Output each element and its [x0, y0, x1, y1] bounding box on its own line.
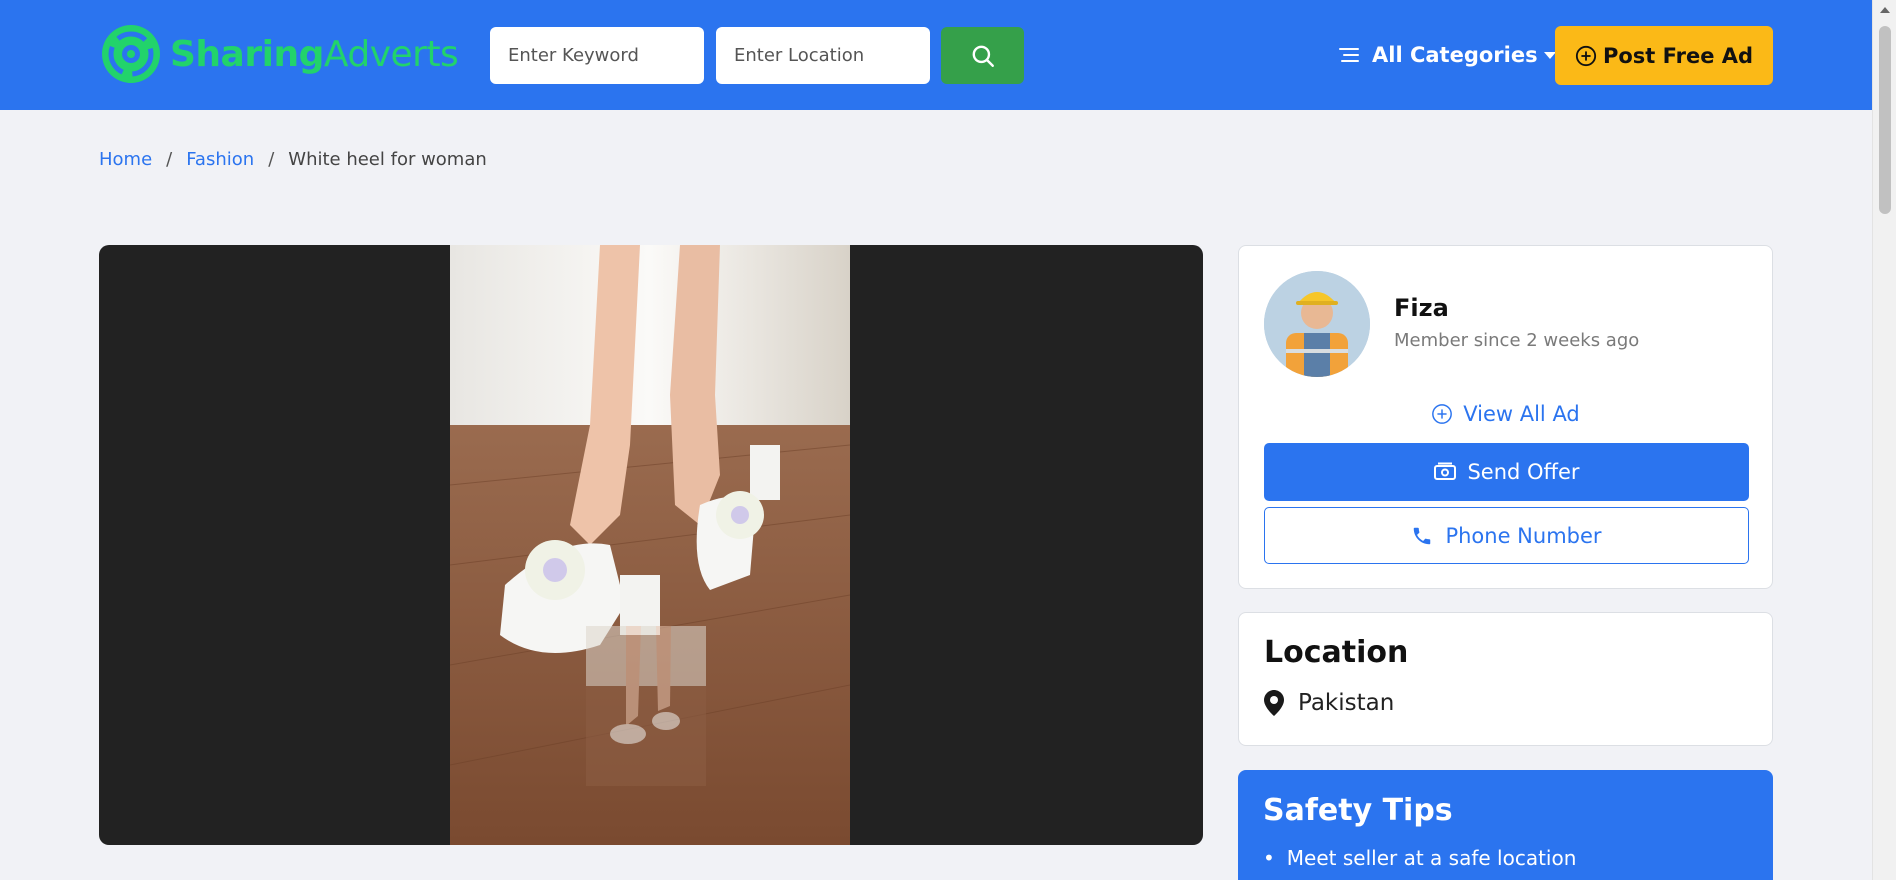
money-icon [1434, 462, 1457, 480]
location-input[interactable] [716, 27, 930, 84]
safety-tips-list: Meet seller at a safe location [1263, 846, 1577, 870]
logo-icon [102, 25, 160, 83]
location-value: Pakistan [1298, 690, 1395, 716]
post-ad-label: Post Free Ad [1602, 43, 1754, 68]
map-pin-icon [1264, 690, 1284, 716]
categories-label: All Categories [1372, 43, 1538, 67]
seller-card: Fiza Member since 2 weeks ago View All A… [1238, 245, 1773, 589]
top-navbar: SharingAdverts All Categories Post Free … [0, 0, 1872, 110]
breadcrumb-separator: / [166, 149, 173, 170]
seller-avatar[interactable] [1264, 271, 1370, 377]
safety-tips-card: Safety Tips Meet seller at a safe locati… [1238, 770, 1773, 880]
seller-name: Fiza [1394, 294, 1449, 322]
location-title: Location [1264, 635, 1409, 670]
safety-tips-title: Safety Tips [1263, 793, 1453, 828]
view-all-ads-link[interactable]: View All Ad [1239, 402, 1772, 426]
logo-text: SharingAdverts [170, 33, 459, 75]
breadcrumb-current: White heel for woman [288, 149, 487, 170]
scroll-thumb[interactable] [1879, 26, 1891, 214]
gallery-thumbnail[interactable] [586, 626, 706, 786]
location-card: Location Pakistan [1238, 612, 1773, 746]
send-offer-button[interactable]: Send Offer [1264, 443, 1749, 501]
breadcrumb: Home / Fashion / White heel for woman [99, 149, 487, 170]
phone-number-button[interactable]: Phone Number [1264, 507, 1749, 564]
send-offer-label: Send Offer [1467, 460, 1580, 484]
product-image-gallery[interactable] [99, 245, 1203, 845]
menu-lines-icon [1339, 48, 1359, 62]
plus-circle-icon [1432, 404, 1453, 424]
phone-icon [1414, 527, 1431, 544]
search-icon [972, 45, 994, 67]
scroll-up-arrow-icon[interactable] [1880, 7, 1890, 13]
member-since: Member since 2 weeks ago [1394, 330, 1640, 351]
phone-label: Phone Number [1445, 523, 1602, 548]
breadcrumb-fashion[interactable]: Fashion [186, 149, 254, 170]
plus-circle-icon [1575, 45, 1597, 66]
search-button[interactable] [941, 27, 1024, 84]
keyword-input[interactable] [490, 27, 704, 84]
site-logo[interactable]: SharingAdverts [100, 23, 459, 85]
breadcrumb-home[interactable]: Home [99, 149, 152, 170]
location-row: Pakistan [1264, 690, 1394, 716]
all-categories-dropdown[interactable]: All Categories [1338, 38, 1556, 72]
caret-down-icon [1543, 51, 1556, 59]
page-scrollbar[interactable] [1872, 0, 1896, 880]
post-free-ad-button[interactable]: Post Free Ad [1555, 26, 1773, 85]
safety-tip-item: Meet seller at a safe location [1263, 846, 1577, 870]
view-all-label: View All Ad [1463, 402, 1580, 426]
breadcrumb-separator: / [268, 149, 275, 170]
